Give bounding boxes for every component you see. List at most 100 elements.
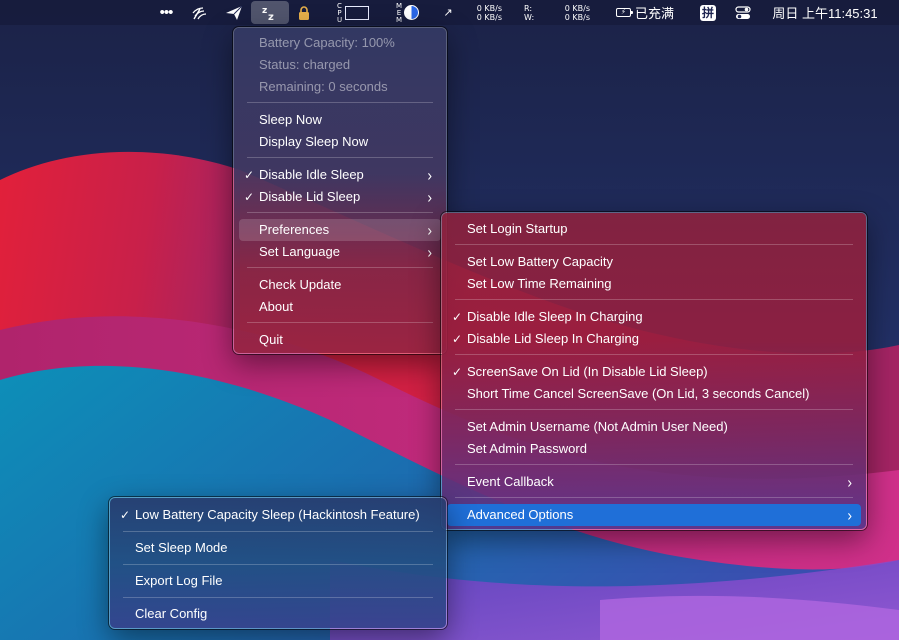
disable-lid-sleep-item[interactable]: ✓ Disable Lid Sleep › (234, 186, 446, 208)
checkmark-icon: ✓ (452, 365, 463, 379)
sleep-zz-icon[interactable]: z z (251, 1, 289, 24)
battery-text: 已充满 (634, 6, 674, 21)
event-callback-item[interactable]: Event Callback › (442, 471, 866, 493)
export-log-file-item[interactable]: Export Log File (110, 570, 446, 592)
chevron-right-icon: › (427, 221, 432, 239)
disable-lid-sleep-charging-item[interactable]: ✓ Disable Lid Sleep In Charging (442, 328, 866, 350)
clear-config-item[interactable]: Clear Config (110, 603, 446, 625)
short-time-cancel-label: Short Time Cancel ScreenSave (On Lid, 3 … (467, 386, 810, 401)
battery-icon: ⚡ (615, 8, 633, 17)
check-update-label: Check Update (259, 277, 342, 292)
separator (247, 267, 433, 268)
disk-read-label: R: (524, 3, 533, 13)
disk-write-label: W: (524, 12, 535, 22)
net-upload: 0 KB/s (476, 3, 502, 13)
set-sleep-mode-label: Set Sleep Mode (135, 540, 228, 555)
separator (247, 157, 433, 158)
memory-pie-icon[interactable]: MEM (390, 0, 424, 25)
advanced-options-label: Advanced Options (467, 507, 574, 522)
about-item[interactable]: About (234, 296, 446, 318)
chevron-right-icon: › (427, 243, 432, 261)
network-speed[interactable]: 0 KB/s 0 KB/s (470, 0, 502, 25)
check-update-item[interactable]: Check Update (234, 274, 446, 296)
cpu-graph (344, 5, 369, 20)
sleep-now-label: Sleep Now (259, 112, 322, 127)
remaining-text: Remaining: 0 seconds (259, 79, 388, 94)
control-center-icon[interactable] (733, 0, 753, 25)
preferences-submenu: Set Login Startup Set Low Battery Capaci… (441, 212, 867, 530)
screensave-on-lid-item[interactable]: ✓ ScreenSave On Lid (In Disable Lid Slee… (442, 361, 866, 383)
display-sleep-now-item[interactable]: Display Sleep Now (234, 131, 446, 153)
set-low-battery-capacity-label: Set Low Battery Capacity (467, 254, 613, 269)
set-low-battery-capacity-item[interactable]: Set Low Battery Capacity (442, 251, 866, 273)
network-icon[interactable] (188, 0, 212, 25)
battery-status[interactable]: ⚡ 已充满 (612, 0, 678, 25)
separator (455, 464, 853, 465)
quit-label: Quit (259, 332, 283, 347)
short-time-cancel-item[interactable]: Short Time Cancel ScreenSave (On Lid, 3 … (442, 383, 866, 405)
fan-icon[interactable]: ↗ (440, 0, 456, 25)
set-admin-username-label: Set Admin Username (Not Admin User Need) (467, 419, 728, 434)
screensave-on-lid-label: ScreenSave On Lid (In Disable Lid Sleep) (467, 364, 708, 379)
set-sleep-mode-item[interactable]: Set Sleep Mode (110, 537, 446, 559)
separator (455, 354, 853, 355)
input-method-icon[interactable]: 拼 (699, 0, 717, 25)
remaining-info: Remaining: 0 seconds (234, 76, 446, 98)
checkmark-icon: ✓ (120, 508, 131, 522)
disable-idle-sleep-charging-item[interactable]: ✓ Disable Idle Sleep In Charging (442, 306, 866, 328)
chevron-right-icon: › (847, 473, 852, 491)
separator (123, 564, 433, 565)
advanced-options-item[interactable]: Advanced Options › (447, 504, 861, 526)
more-icon[interactable]: ••• (155, 0, 177, 25)
set-language-label: Set Language (259, 244, 340, 259)
preferences-label: Preferences (259, 222, 330, 237)
set-admin-password-item[interactable]: Set Admin Password (442, 438, 866, 460)
set-login-startup-item[interactable]: Set Login Startup (442, 218, 866, 240)
preferences-item[interactable]: Preferences › (239, 219, 441, 241)
clock[interactable]: 周日 上午11:45:31 (766, 0, 884, 25)
separator (455, 409, 853, 410)
paper-plane-icon[interactable] (222, 0, 246, 25)
cpu-graph-icon[interactable]: CPU (332, 0, 372, 25)
sleep-now-item[interactable]: Sleep Now (234, 109, 446, 131)
svg-text:z: z (262, 6, 267, 16)
set-login-startup-label: Set Login Startup (467, 221, 568, 236)
disable-lid-sleep-charging-label: Disable Lid Sleep In Charging (467, 331, 639, 346)
set-low-time-remaining-item[interactable]: Set Low Time Remaining (442, 273, 866, 295)
svg-text:z: z (268, 12, 274, 21)
set-language-item[interactable]: Set Language › (234, 241, 446, 263)
set-admin-username-item[interactable]: Set Admin Username (Not Admin User Need) (442, 416, 866, 438)
status-text: Status: charged (259, 57, 351, 72)
paper-plane-glyph (226, 5, 243, 20)
separator (123, 531, 433, 532)
zz-glyph: z z (262, 6, 274, 21)
disk-speed[interactable]: 0 KB/s 0 KB/s (558, 0, 590, 25)
status-info: Status: charged (234, 54, 446, 76)
main-menu: Battery Capacity: 100% Status: charged R… (233, 27, 447, 354)
lock-icon[interactable] (293, 0, 315, 25)
separator (455, 299, 853, 300)
disable-idle-sleep-item[interactable]: ✓ Disable Idle Sleep › (234, 164, 446, 186)
display-sleep-now-label: Display Sleep Now (259, 134, 369, 149)
menu-bar: ••• z z CPU MEM ↗ 0 KB/s 0 KB/s R: W: 0 … (0, 0, 899, 25)
low-battery-sleep-label: Low Battery Capacity Sleep (Hackintosh F… (135, 507, 420, 522)
low-battery-sleep-item[interactable]: ✓ Low Battery Capacity Sleep (Hackintosh… (110, 504, 446, 526)
battery-capacity-info: Battery Capacity: 100% (234, 32, 446, 54)
export-log-file-label: Export Log File (135, 573, 223, 588)
checkmark-icon: ✓ (452, 332, 463, 346)
separator (247, 322, 433, 323)
event-callback-label: Event Callback (467, 474, 554, 489)
chevron-right-icon: › (427, 166, 432, 184)
checkmark-icon: ✓ (244, 190, 255, 204)
separator (247, 212, 433, 213)
disk-labels: R: W: (524, 0, 538, 25)
control-center-glyph (735, 5, 751, 19)
input-method-label: 拼 (700, 4, 716, 21)
separator (455, 244, 853, 245)
net-download: 0 KB/s (476, 12, 502, 22)
lock-glyph (299, 5, 309, 20)
disk-write: 0 KB/s (564, 12, 590, 22)
quit-item[interactable]: Quit (234, 329, 446, 351)
network-glyph (192, 6, 207, 19)
set-low-time-remaining-label: Set Low Time Remaining (467, 276, 612, 291)
